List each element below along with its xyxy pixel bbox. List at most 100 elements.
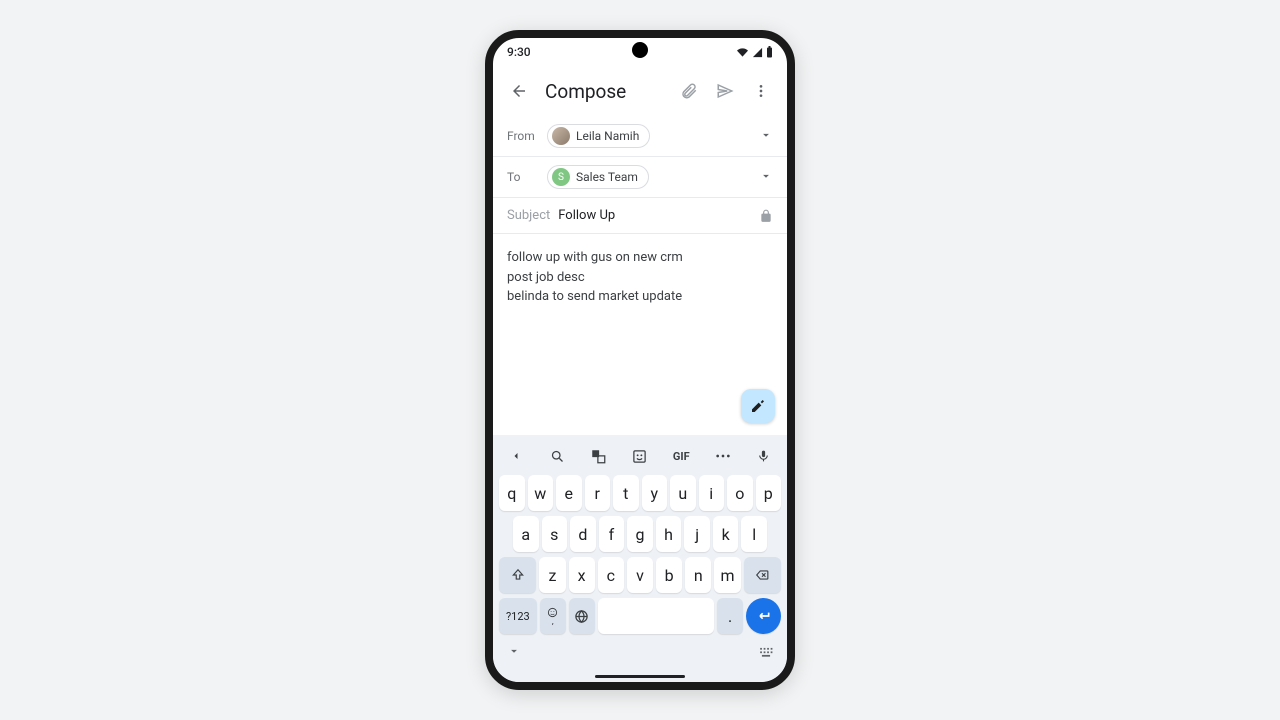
back-button[interactable] — [503, 75, 535, 107]
kb-sticker[interactable] — [627, 443, 653, 469]
key-h[interactable]: h — [656, 516, 682, 552]
key-k[interactable]: k — [713, 516, 739, 552]
send-icon — [716, 82, 734, 100]
kb-translate[interactable] — [586, 443, 612, 469]
subject-field[interactable]: Subject Follow Up — [493, 198, 787, 234]
attach-button[interactable] — [673, 75, 705, 107]
to-field[interactable]: To S Sales Team — [493, 157, 787, 198]
key-u[interactable]: u — [670, 475, 696, 511]
collapse-keyboard[interactable] — [507, 643, 521, 662]
more-horiz-icon — [715, 453, 731, 459]
emoji-key[interactable]: , — [540, 598, 566, 634]
key-z[interactable]: z — [539, 557, 565, 593]
return-icon — [756, 608, 772, 624]
key-f[interactable]: f — [599, 516, 625, 552]
emoji-icon — [547, 607, 558, 618]
phone-frame: 9:30 Compose From Leila Nami — [485, 30, 795, 690]
battery-icon — [766, 46, 773, 58]
app-bar: Compose — [493, 66, 787, 116]
chevron-left-icon — [510, 450, 522, 462]
key-x[interactable]: x — [569, 557, 595, 593]
key-t[interactable]: t — [613, 475, 639, 511]
keyboard: GIF qwertyuiop asdfghjkl zxcvbnm ?123 , — [493, 435, 787, 670]
to-name: Sales Team — [576, 170, 638, 184]
kb-mic[interactable] — [751, 443, 777, 469]
to-chip[interactable]: S Sales Team — [547, 165, 649, 189]
translate-icon — [591, 449, 606, 464]
to-label: To — [507, 170, 547, 184]
language-key[interactable] — [569, 598, 595, 634]
kb-row-3: zxcvbnm — [497, 557, 783, 593]
from-chip[interactable]: Leila Namih — [547, 124, 650, 148]
backspace-icon — [753, 568, 771, 582]
period-key[interactable]: . — [717, 598, 743, 634]
symbols-key[interactable]: ?123 — [499, 598, 537, 634]
arrow-left-icon — [510, 82, 528, 100]
send-button[interactable] — [709, 75, 741, 107]
paperclip-icon — [680, 82, 698, 100]
status-bar: 9:30 — [493, 38, 787, 66]
from-field[interactable]: From Leila Namih — [493, 116, 787, 157]
key-m[interactable]: m — [714, 557, 740, 593]
expand-from[interactable] — [759, 127, 773, 146]
key-g[interactable]: g — [627, 516, 653, 552]
grid-icon — [759, 646, 773, 658]
wifi-icon — [736, 47, 749, 58]
key-l[interactable]: l — [741, 516, 767, 552]
more-vert-icon — [753, 83, 769, 99]
body-line: belinda to send market update — [507, 287, 773, 307]
status-time: 9:30 — [507, 45, 531, 59]
compose-body[interactable]: follow up with gus on new crm post job d… — [493, 234, 787, 435]
kb-search[interactable] — [544, 443, 570, 469]
key-c[interactable]: c — [598, 557, 624, 593]
page-title: Compose — [545, 80, 663, 103]
backspace-key[interactable] — [744, 557, 781, 593]
key-r[interactable]: r — [585, 475, 611, 511]
mic-icon — [757, 448, 770, 464]
key-w[interactable]: w — [528, 475, 554, 511]
body-line: post job desc — [507, 268, 773, 288]
space-key[interactable] — [598, 598, 714, 634]
search-icon — [550, 449, 565, 464]
key-v[interactable]: v — [627, 557, 653, 593]
body-line: follow up with gus on new crm — [507, 248, 773, 268]
key-b[interactable]: b — [656, 557, 682, 593]
kb-gif[interactable]: GIF — [668, 443, 694, 469]
kb-row-4: ?123 , . — [497, 598, 783, 634]
magic-pen-icon — [750, 398, 766, 414]
enter-key[interactable] — [746, 598, 781, 634]
key-o[interactable]: o — [727, 475, 753, 511]
key-a[interactable]: a — [513, 516, 539, 552]
expand-to[interactable] — [759, 168, 773, 187]
camera-hole — [632, 42, 648, 58]
chevron-down-icon — [507, 644, 521, 658]
kb-bottom-bar — [497, 639, 783, 664]
key-i[interactable]: i — [699, 475, 725, 511]
key-d[interactable]: d — [570, 516, 596, 552]
key-q[interactable]: q — [499, 475, 525, 511]
kb-row-2: asdfghjkl — [497, 516, 783, 552]
shift-icon — [511, 568, 525, 582]
avatar: S — [552, 168, 570, 186]
key-p[interactable]: p — [756, 475, 782, 511]
key-n[interactable]: n — [685, 557, 711, 593]
from-label: From — [507, 129, 547, 143]
keyboard-toolbar: GIF — [497, 439, 783, 475]
key-j[interactable]: j — [684, 516, 710, 552]
more-button[interactable] — [745, 75, 777, 107]
kb-back[interactable] — [503, 443, 529, 469]
avatar — [552, 127, 570, 145]
shift-key[interactable] — [499, 557, 536, 593]
ai-compose-button[interactable] — [741, 389, 775, 423]
chevron-down-icon — [759, 128, 773, 142]
key-e[interactable]: e — [556, 475, 582, 511]
kb-row-1: qwertyuiop — [497, 475, 783, 511]
status-icons — [736, 46, 773, 58]
kb-more[interactable] — [710, 443, 736, 469]
key-s[interactable]: s — [542, 516, 568, 552]
key-y[interactable]: y — [642, 475, 668, 511]
nav-bar — [493, 670, 787, 682]
keyboard-settings[interactable] — [759, 643, 773, 662]
lock-icon — [759, 209, 773, 223]
nav-pill[interactable] — [595, 675, 685, 678]
